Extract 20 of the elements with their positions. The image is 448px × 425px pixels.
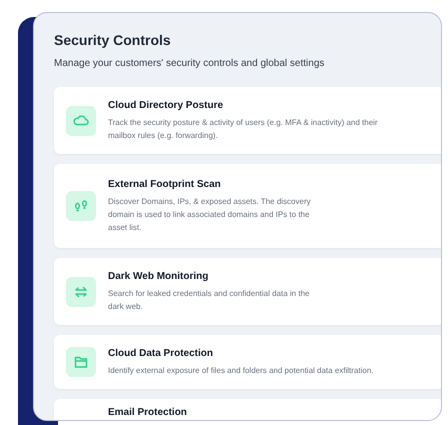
folder-icon: [66, 347, 96, 377]
control-description: Search for leaked credentials and confidential data in the dark web.: [108, 288, 310, 313]
panel-subtitle: Manage your customers' security controls and global settings: [54, 57, 326, 70]
footprints-icon: [66, 191, 96, 221]
control-title: Dark Web Monitoring: [108, 270, 210, 283]
arrows-icon: [66, 276, 96, 306]
control-card[interactable]: External Footprint Scan Discover Domains, IPs, & exposed assets. The discovery domain is used to link associated domains and IPs to the asset list.: [54, 164, 441, 248]
control-card[interactable]: Cloud Data Protection Identify external exposure of files and folders and potential data exfiltration.: [54, 335, 441, 389]
control-title: Cloud Data Protection: [108, 347, 214, 360]
control-title: External Footprint Scan: [108, 178, 222, 191]
control-card[interactable]: Cloud Directory Posture Track the security posture & activity of users (e.g. MFA & inactivity) and their mailbox rules (e.g. forwarding).: [54, 87, 441, 154]
control-description: Identify external exposure of files and folders and potential data exfiltration.: [108, 365, 374, 377]
control-card[interactable]: Dark Web Monitoring Search for leaked credentials and confidential data in the dark web.: [54, 258, 441, 325]
control-description: Discover Domains, IPs, & exposed assets. The discovery domain is used to link associated domains and IPs to the asset list.: [108, 196, 312, 234]
panel-title: Security Controls: [54, 31, 172, 49]
control-description: Track the security posture & activity of users (e.g. MFA & inactivity) and their mailbox rules (e.g. forwarding).: [108, 117, 379, 142]
cloud-icon: [66, 106, 96, 136]
control-card[interactable]: Email Protection: [54, 399, 441, 420]
control-title: Cloud Directory Posture: [108, 99, 224, 112]
control-title: Email Protection: [108, 406, 187, 419]
